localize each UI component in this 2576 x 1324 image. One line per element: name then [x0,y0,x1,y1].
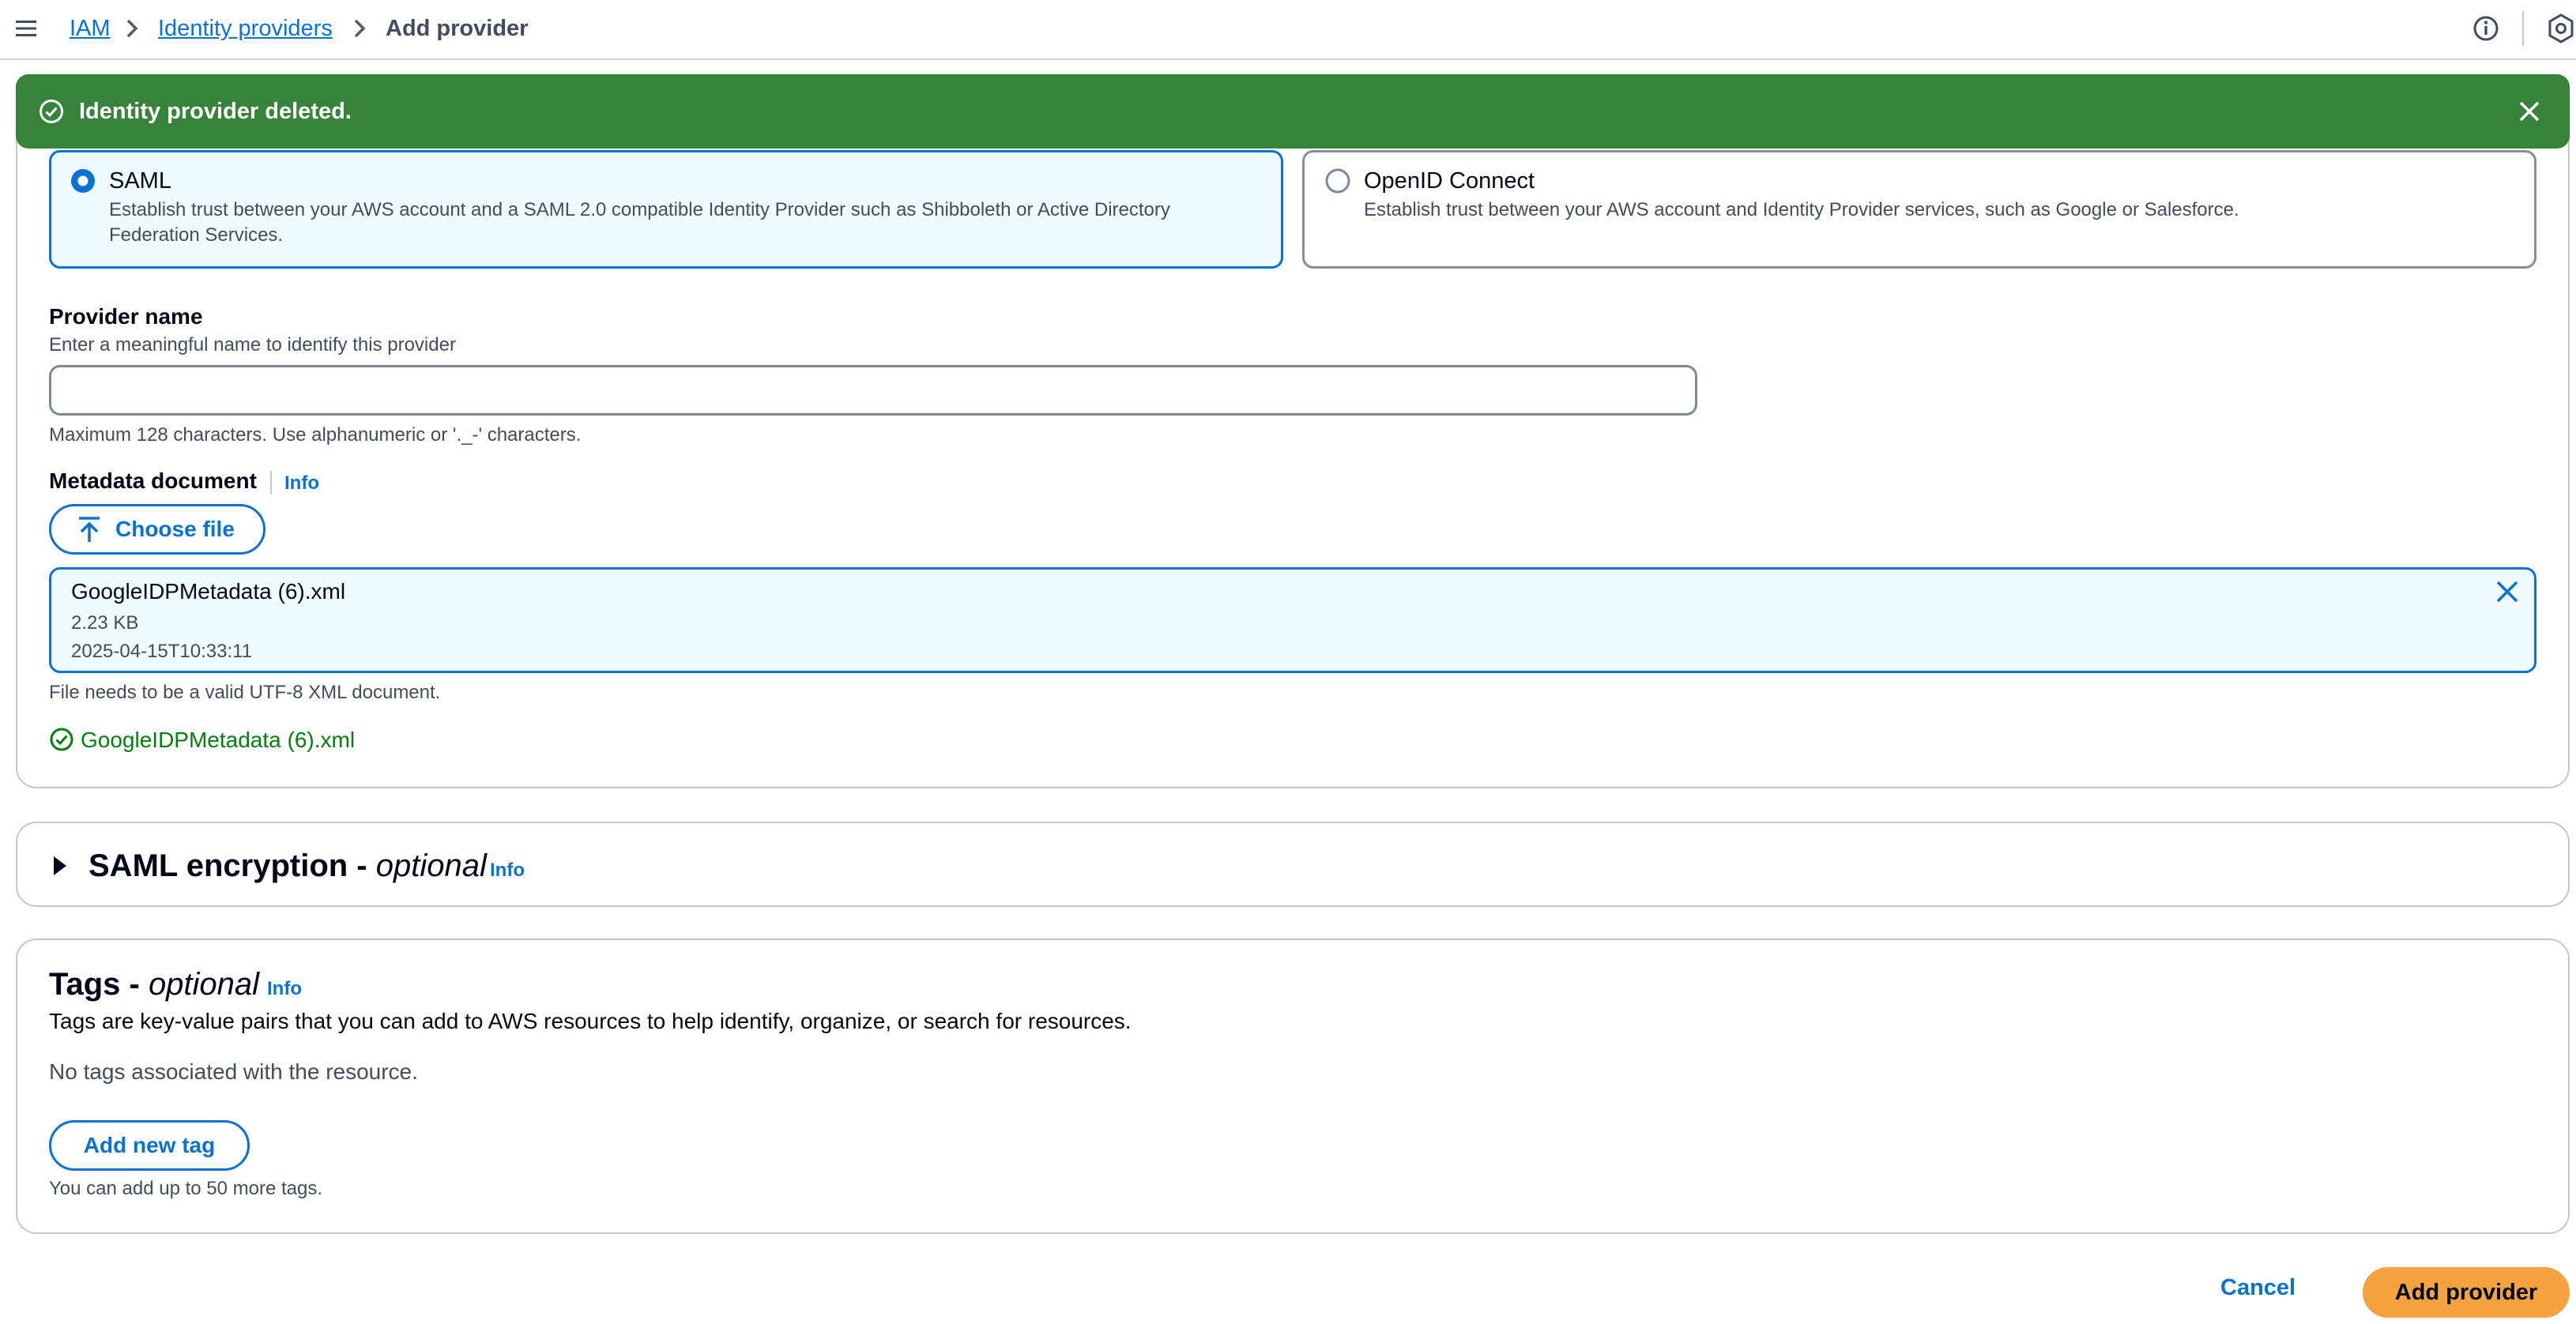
saml-encryption-optional: optional [375,848,487,883]
breadcrumb-iam[interactable]: IAM [70,14,111,43]
close-icon[interactable] [2516,98,2543,125]
file-size: 2.23 KB [71,612,139,634]
tags-limit-text: You can add up to 50 more tags. [49,1178,323,1199]
breadcrumb-identity-providers[interactable]: Identity providers [158,14,333,43]
chevron-right-icon [349,17,370,39]
provider-name-input[interactable] [49,365,1697,416]
hamburger-menu-icon[interactable] [14,16,40,41]
choose-file-label[interactable]: Choose file [115,516,235,543]
tags-optional: optional [148,967,260,1002]
file-name: GoogleIDPMetadata (6).xml [71,579,346,604]
settings-hex-icon[interactable] [2546,13,2576,44]
radio-selected-icon[interactable] [70,167,96,194]
metadata-info-link[interactable]: Info [284,472,319,495]
breadcrumb-current: Add provider [386,16,529,41]
openid-option-title: OpenID Connect [1364,168,1535,194]
tags-heading: Tags - optional [49,965,259,1003]
provider-name-constraint: Maximum 128 characters. Use alphanumeric… [49,424,582,446]
tags-info-link[interactable]: Info [267,978,302,1000]
success-check-circle-icon [38,98,65,125]
info-circle-icon[interactable] [2472,14,2500,43]
saml-option-description: Establish trust between your AWS account… [109,199,1170,246]
saml-encryption-heading[interactable]: SAML encryption - optional [89,847,487,885]
provider-name-label: Provider name [49,304,203,329]
metadata-document-label: Metadata document [49,468,257,493]
cancel-button[interactable]: Cancel [2220,1275,2295,1301]
tags-title: Tags - [49,967,149,1002]
label-divider [270,471,272,495]
tags-description: Tags are key-value pairs that you can ad… [49,1009,1132,1033]
add-provider-button[interactable]: Add provider [2363,1267,2570,1318]
saml-encryption-info-link[interactable]: Info [490,859,525,882]
remove-file-close-icon[interactable] [2494,578,2521,605]
saml-option-title: SAML [109,168,171,194]
file-constraint: File needs to be a valid UTF-8 XML docum… [49,682,441,703]
file-last-modified: 2025-04-15T10:33:11 [71,641,253,662]
chevron-right-icon [122,17,142,39]
radio-unselected-icon[interactable] [1324,167,1351,194]
openid-option-description: Establish trust between your AWS account… [1364,199,2239,220]
flash-success-banner [16,74,2570,149]
add-new-tag-button[interactable]: Add new tag [49,1120,250,1171]
caret-right-icon[interactable] [49,853,71,878]
tags-section [16,938,2570,1234]
selected-file-token [49,567,2536,673]
provider-name-description: Enter a meaningful name to identify this… [49,334,456,355]
file-success-indicator: GoogleIDPMetadata (6).xml [81,728,356,752]
saml-encryption-title: SAML encryption - [89,848,376,883]
upload-icon [76,515,103,544]
success-check-circle-icon [49,727,74,752]
tags-empty-state: No tags associated with the resource. [49,1059,418,1084]
toolbar-divider [2522,11,2524,46]
flash-message: Identity provider deleted. [79,99,352,124]
